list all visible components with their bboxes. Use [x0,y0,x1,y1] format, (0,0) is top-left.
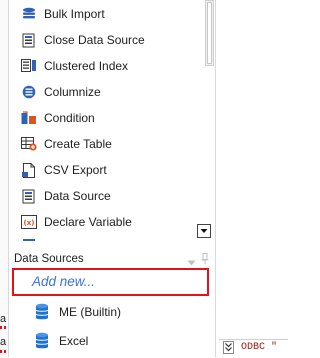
error-squiggle [0,326,8,329]
database-icon [35,303,51,321]
data-sources-title: Data Sources [14,253,84,265]
toolbox-item-label: Clustered Index [44,59,129,73]
database-icon [35,332,51,350]
editor-text-fragment: a [0,336,7,348]
toolbox-item-csv-export[interactable]: CSV Export [21,159,191,181]
toolbox-item-label: Create Table [44,137,112,151]
add-new-data-source[interactable]: Add new... [12,268,209,296]
data-source-item[interactable]: Excel [35,330,88,352]
create-table-icon [21,136,37,152]
toolbox-item-label: Condition [44,111,95,125]
toolbox-item-partial [21,237,191,245]
toolbox-item-declare-variable[interactable]: (x) Declare Variable [21,211,191,233]
pin-icon[interactable] [201,253,209,268]
toolbox-item-label: Columnize [44,85,101,99]
toolbox-item-bulk-import[interactable]: Bulk Import [21,3,191,25]
csv-export-icon [21,162,37,178]
bulk-import-icon [21,6,37,22]
data-source-icon [21,188,37,204]
toolbox-item-condition[interactable]: Condition [21,107,191,129]
columnize-icon [21,84,37,100]
data-source-item[interactable]: ME (Builtin) [35,301,121,323]
editor-left-gutter: a a [0,0,8,357]
editor-horizontal-scrollbar[interactable]: ODBC " [219,339,288,358]
clustered-index-icon [21,58,37,74]
condition-icon [21,110,37,126]
toolbox-panel: Bulk Import Close Data Source Clustered … [8,0,216,357]
toolbox-item-clustered-index[interactable]: Clustered Index [21,55,191,77]
toolbox-item-label: Bulk Import [44,7,105,21]
toolbox-item-label: Declare Variable [44,215,132,229]
error-squiggle [0,350,8,353]
toolbox-item-label: CSV Export [44,163,107,177]
editor-text-fragment: a [0,313,7,325]
scrollbar-thumb[interactable] [207,2,212,64]
declare-variable-icon: (x) [21,214,37,230]
toolbox-item-close-data-source[interactable]: Close Data Source [21,29,191,51]
toolbox-item-data-source[interactable]: Data Source [21,185,191,207]
data-source-label: Excel [59,334,89,348]
toolbox-list: Bulk Import Close Data Source Clustered … [9,0,215,246]
collapse-arrow-icon[interactable] [187,255,196,269]
toolbox-item-label: Close Data Source [44,33,145,47]
list-icon [21,237,37,245]
data-sources-header[interactable]: Data Sources [9,252,215,268]
chevron-down-icon[interactable] [223,341,234,354]
svg-text:(x): (x) [24,219,35,227]
close-data-source-icon [21,32,37,48]
toolbox-scrollbar[interactable] [205,0,214,66]
add-new-label: Add new... [32,274,96,289]
data-source-label: ME (Builtin) [59,305,122,319]
toolbox-dropdown-button[interactable] [197,224,211,238]
toolbox-item-create-table[interactable]: Create Table [21,133,191,155]
chevron-down-icon [200,229,208,233]
editor-area[interactable] [215,0,288,357]
toolbox-item-columnize[interactable]: Columnize [21,81,191,103]
toolbox-item-label: Data Source [44,189,111,203]
editor-code-fragment: ODBC " [241,342,278,353]
